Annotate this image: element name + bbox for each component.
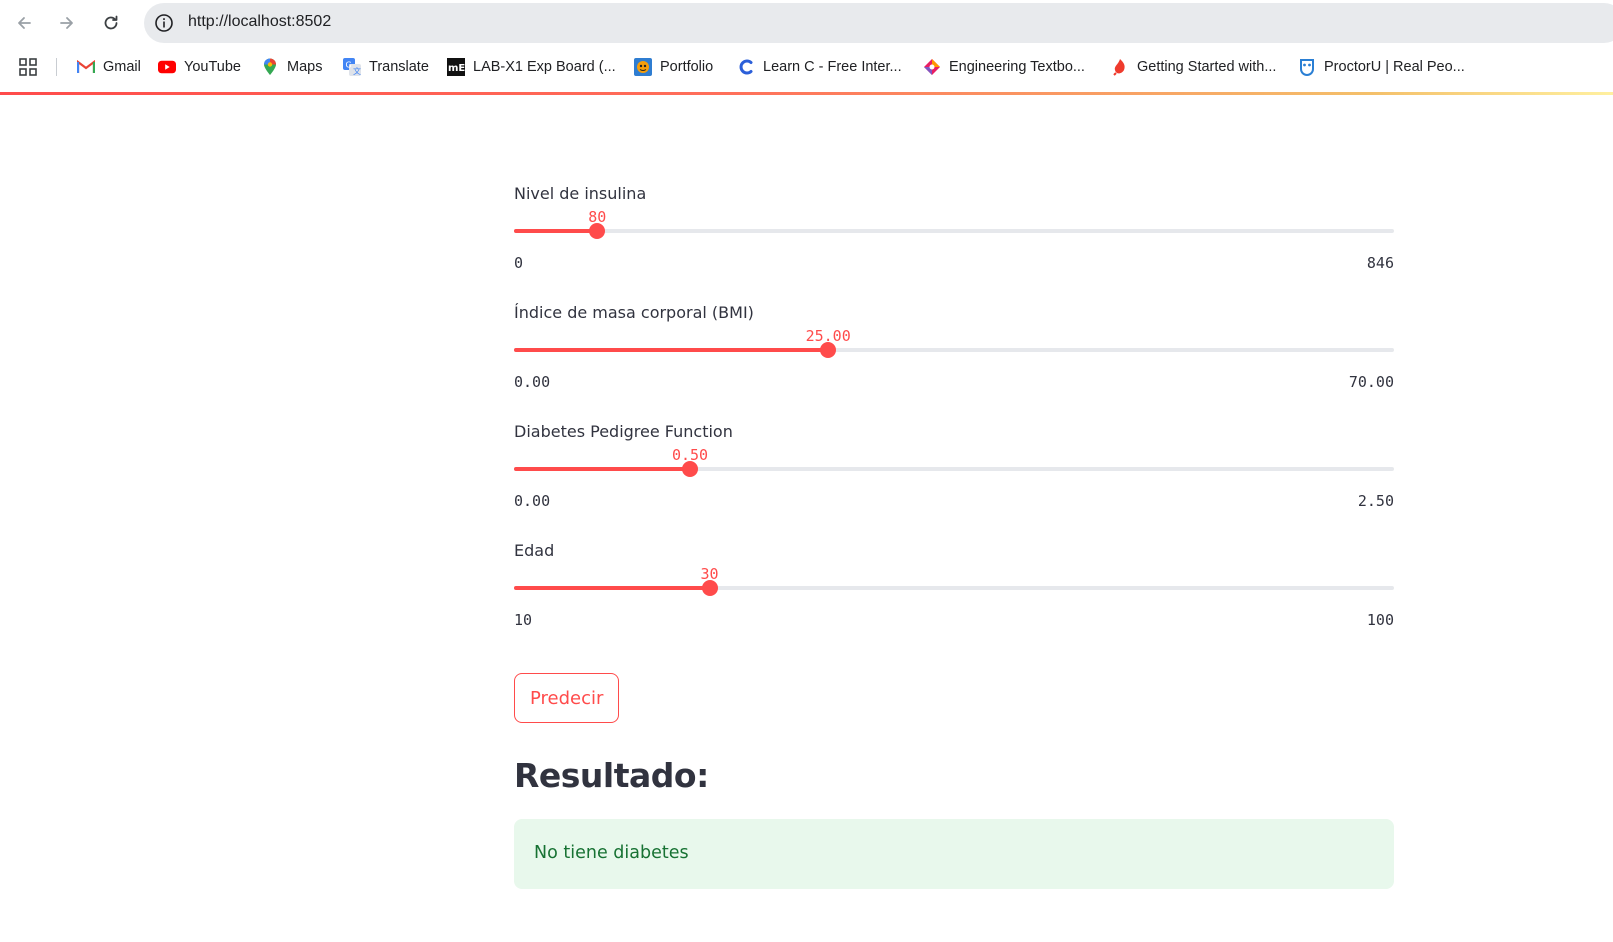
- svg-text:mE: mE: [448, 63, 465, 74]
- bookmark-getting-started[interactable]: Getting Started with...: [1111, 56, 1276, 78]
- slider-bmi: Índice de masa corporal (BMI) 25.00 0.00…: [514, 303, 1394, 413]
- bookmarks-bar: Gmail YouTube Maps G文 Translate mE LAB-X…: [0, 50, 1613, 84]
- bookmark-label: Portfolio: [660, 59, 714, 75]
- slider-label: Nivel de insulina: [514, 184, 647, 203]
- slider-min-label: 0.00: [514, 492, 551, 510]
- info-icon[interactable]: [154, 13, 174, 33]
- youtube-icon: [158, 58, 176, 76]
- slider-min-label: 0: [514, 254, 524, 272]
- slider-pedigree: Diabetes Pedigree Function 0.50 0.00 2.5…: [514, 422, 1394, 532]
- bookmark-portfolio[interactable]: Portfolio: [634, 56, 713, 78]
- arrow-right-icon: [60, 17, 73, 29]
- bookmark-engineering[interactable]: Engineering Textbo...: [923, 56, 1085, 78]
- slider-track[interactable]: [514, 461, 1394, 477]
- learn-c-icon: [737, 58, 755, 76]
- bookmark-label: Getting Started with...: [1137, 59, 1277, 75]
- slider-thumb[interactable]: [820, 342, 837, 358]
- bookmark-label: LAB-X1 Exp Board (...: [473, 59, 616, 75]
- me-icon: mE: [447, 58, 465, 76]
- bookmark-label: Learn C - Free Inter...: [763, 59, 902, 75]
- slider-max-label: 2.50: [1357, 492, 1394, 510]
- predict-button[interactable]: Predecir: [514, 673, 620, 723]
- slider-label: Edad: [514, 541, 555, 560]
- browser-toolbar: http://localhost:8502: [0, 0, 1613, 46]
- bookmark-lab-x1[interactable]: mE LAB-X1 Exp Board (...: [447, 56, 616, 78]
- apps-grid-icon[interactable]: [18, 57, 38, 77]
- slider-track-fill: [514, 467, 690, 471]
- slider-min-label: 10: [514, 611, 533, 629]
- bookmark-label: Engineering Textbo...: [949, 59, 1085, 75]
- svg-text:G: G: [346, 61, 352, 70]
- portfolio-icon: [634, 58, 652, 76]
- bookmark-learn-c[interactable]: Learn C - Free Inter...: [737, 56, 902, 78]
- bookmarks-divider: [56, 58, 57, 76]
- slider-track-fill: [514, 229, 598, 233]
- forward-button[interactable]: [52, 8, 82, 38]
- slider-max-label: 70.00: [1348, 373, 1394, 391]
- getting-started-icon: [1111, 58, 1129, 76]
- engineering-icon: [923, 58, 941, 76]
- svg-text:文: 文: [353, 66, 361, 76]
- slider-thumb[interactable]: [589, 223, 606, 239]
- slider-track-fill: [514, 586, 710, 590]
- slider-age: Edad 30 10 100: [514, 541, 1394, 651]
- slider-track-fill: [514, 348, 829, 352]
- bookmark-label: Gmail: [103, 59, 141, 75]
- bookmark-gmail[interactable]: Gmail: [77, 56, 141, 78]
- result-success-alert: No tiene diabetes: [514, 819, 1394, 889]
- slider-min-label: 0.00: [514, 373, 551, 391]
- app-header-decoration: [0, 92, 1613, 95]
- result-message: No tiene diabetes: [534, 843, 689, 863]
- slider-thumb[interactable]: [682, 461, 698, 477]
- slider-insulin: Nivel de insulina 80 0 846: [514, 184, 1394, 294]
- slider-label: Índice de masa corporal (BMI): [514, 303, 754, 322]
- bookmark-label: Translate: [369, 59, 429, 75]
- bookmark-label: ProctorU | Real Peo...: [1324, 59, 1465, 75]
- url-text: http://localhost:8502: [188, 13, 332, 30]
- slider-track[interactable]: [514, 580, 1394, 596]
- bookmark-youtube[interactable]: YouTube: [158, 56, 241, 78]
- bookmark-label: YouTube: [184, 59, 241, 75]
- result-heading: Resultado:: [514, 756, 709, 795]
- slider-track[interactable]: [514, 342, 1394, 358]
- arrow-left-icon: [18, 17, 31, 29]
- slider-thumb[interactable]: [701, 580, 718, 596]
- bookmark-maps[interactable]: Maps: [261, 56, 322, 78]
- slider-track[interactable]: [514, 223, 1394, 239]
- bookmark-proctoru[interactable]: ProctorU | Real Peo...: [1298, 56, 1465, 78]
- bookmark-label: Maps: [287, 59, 323, 75]
- maps-icon: [261, 58, 279, 76]
- bookmark-translate[interactable]: G文 Translate: [343, 56, 429, 78]
- gmail-icon: [77, 58, 95, 76]
- reload-icon: [104, 15, 118, 30]
- proctoru-icon: [1298, 58, 1316, 76]
- slider-max-label: 100: [1366, 611, 1394, 629]
- back-button[interactable]: [9, 8, 39, 38]
- slider-label: Diabetes Pedigree Function: [514, 422, 733, 441]
- address-bar[interactable]: http://localhost:8502: [144, 3, 1613, 43]
- reload-button[interactable]: [96, 8, 126, 38]
- slider-max-label: 846: [1366, 254, 1394, 272]
- translate-icon: G文: [343, 58, 361, 76]
